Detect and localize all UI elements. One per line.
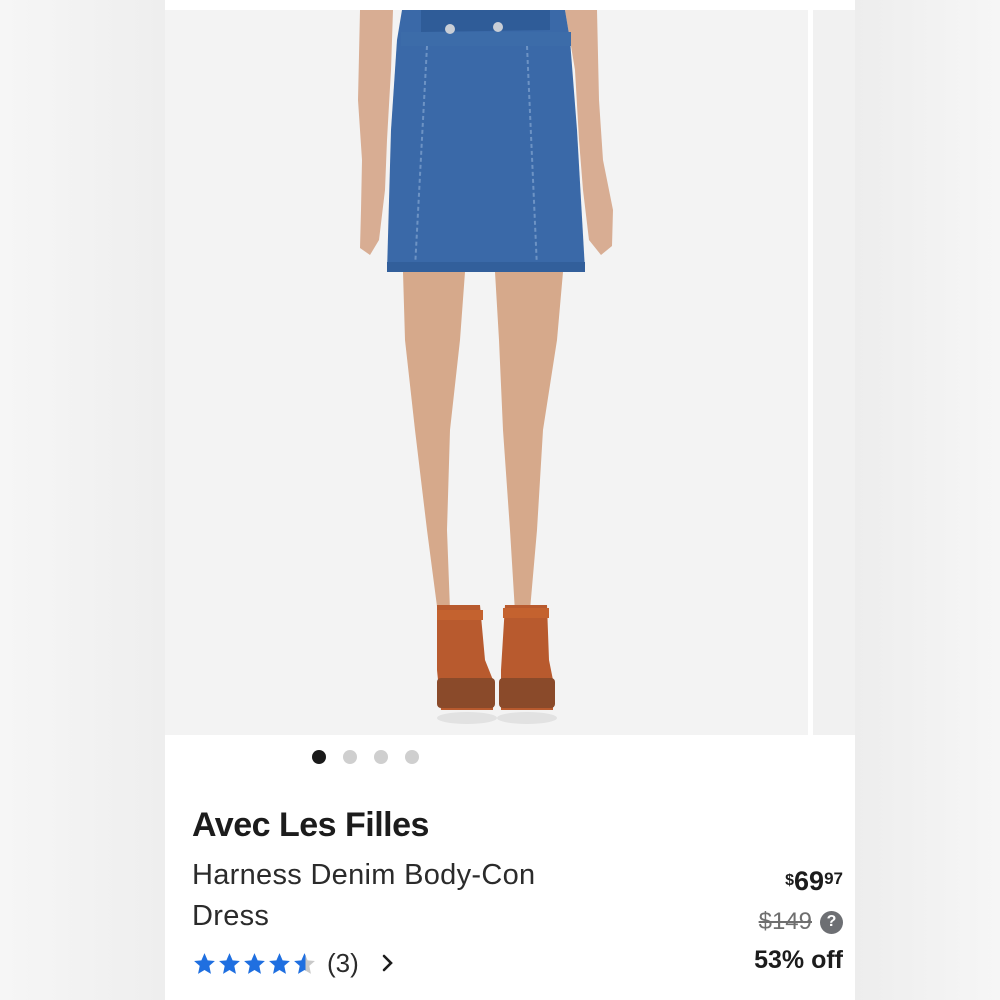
price-dollars: 69: [794, 866, 825, 896]
product-photo[interactable]: [165, 10, 808, 735]
gallery-pagination: [20, 750, 710, 766]
image-gallery[interactable]: [165, 10, 855, 735]
product-title: Harness Denim Body-Con Dress: [192, 859, 536, 932]
product-card: Avec Les Filles Harness Denim Body-Con D…: [165, 0, 855, 1000]
chevron-right-icon[interactable]: [381, 953, 395, 973]
help-icon[interactable]: ?: [820, 910, 843, 934]
product-photo-illustration: [358, 10, 613, 724]
next-photo-preview[interactable]: [813, 10, 855, 735]
discount-label: 53% off: [754, 946, 843, 974]
price-cents: 97: [824, 869, 843, 888]
original-price: $149: [758, 908, 812, 935]
star-full-icon: [244, 952, 265, 974]
price-currency: $: [785, 872, 795, 889]
current-price: $ 69 97: [785, 866, 843, 897]
background-right: [855, 0, 1000, 1000]
review-count: (3): [327, 947, 359, 978]
star-full-icon: [219, 952, 240, 974]
pagination-dot-3[interactable]: [373, 750, 388, 764]
star-half-icon: [294, 952, 315, 974]
star-rating: [192, 951, 317, 976]
star-full-icon: [194, 952, 215, 974]
pagination-dot-2[interactable]: [342, 750, 357, 764]
brand-name[interactable]: Avec Les Filles: [192, 806, 429, 845]
star-full-icon: [269, 952, 290, 974]
background-left: [0, 0, 165, 1000]
original-price-row: $149 ?: [759, 908, 843, 936]
pagination-dot-4[interactable]: [404, 750, 419, 764]
rating-row[interactable]: (3): [192, 945, 395, 981]
pagination-dot-1[interactable]: [311, 750, 326, 764]
